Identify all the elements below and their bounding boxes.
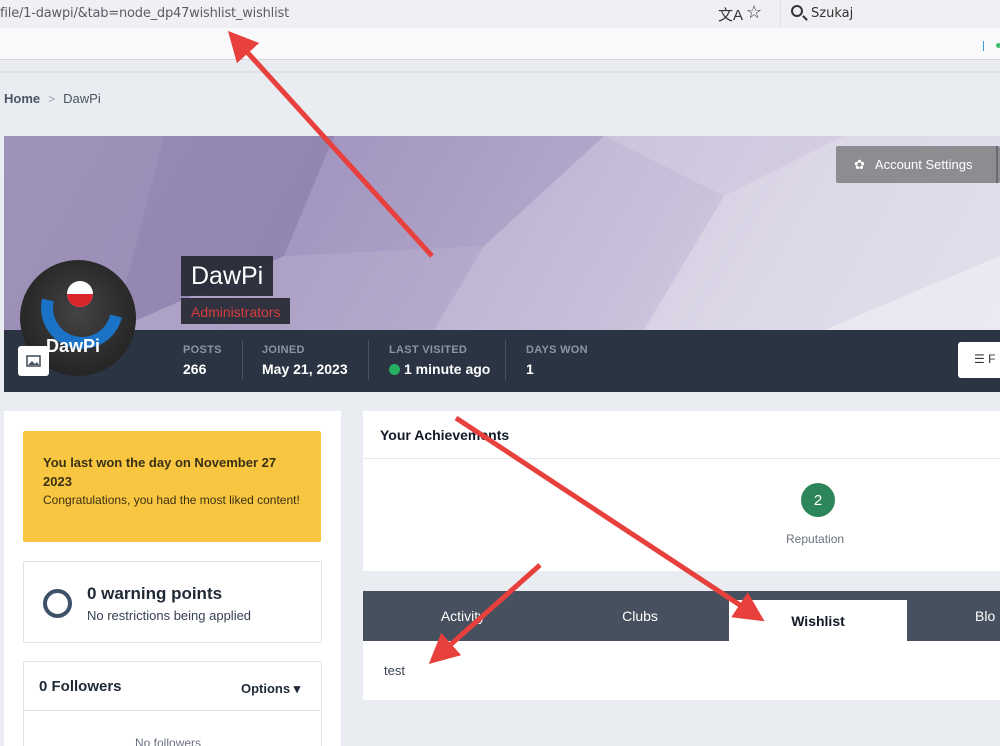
stat-divider: [242, 340, 243, 380]
browser-url-bar[interactable]: file/1-dawpi/&tab=node_dp47wishlist_wish…: [0, 0, 1000, 28]
online-status-icon: [389, 363, 400, 375]
profile-name: DawPi: [181, 256, 274, 296]
stat-value[interactable]: 266: [183, 361, 222, 377]
stat-days-won: DAYS WON 1: [526, 344, 588, 377]
change-cover-photo-button[interactable]: [18, 346, 49, 376]
account-menu-edge[interactable]: [996, 146, 998, 183]
bookmarks-toolbar: [0, 28, 1000, 60]
image-icon: [26, 355, 41, 367]
stat-label: LAST VISITED: [389, 344, 468, 356]
stat-label: JOINED: [262, 344, 305, 356]
profile-group: Administrators: [181, 298, 291, 324]
browser-search-box[interactable]: Szukaj: [780, 0, 1000, 28]
stat-divider: [505, 340, 506, 380]
profile-action-label: F: [988, 352, 996, 366]
account-settings-button[interactable]: ✿ Account Settings: [836, 146, 1000, 183]
tab-content-panel: [363, 641, 1000, 700]
translate-icon[interactable]: 文A: [718, 4, 743, 25]
day-won-subtitle: Congratulations, you had the most liked …: [43, 493, 300, 507]
achievements-title: Your Achievements: [380, 427, 510, 443]
gear-icon: ✿: [854, 156, 865, 172]
stat-label: DAYS WON: [526, 344, 588, 356]
followers-header: 0 Followers Options ▾: [24, 662, 321, 711]
toolbar-separator: [983, 41, 984, 51]
warning-points-box: 0 warning points No restrictions being a…: [23, 561, 322, 643]
search-placeholder: Szukaj: [811, 6, 854, 21]
profile-stats-bar: [4, 330, 1000, 392]
reputation-badge[interactable]: 2: [801, 483, 835, 517]
stat-value-row: 1 minute ago: [389, 361, 490, 377]
stat-last-visited: LAST VISITED 1 minute ago: [389, 344, 490, 377]
stat-divider: [368, 340, 369, 380]
url-text[interactable]: file/1-dawpi/&tab=node_dp47wishlist_wish…: [0, 6, 289, 21]
profile-action-button[interactable]: ☰ F: [958, 342, 1000, 378]
day-won-title: You last won the day on November 27 2023: [43, 455, 277, 489]
stat-value[interactable]: 1: [526, 361, 588, 377]
warning-title: 0 warning points: [87, 584, 223, 603]
list-icon: ☰: [974, 352, 985, 366]
site-header-line: [0, 71, 1000, 73]
stat-value: 1 minute ago: [404, 361, 491, 377]
warning-circle-icon: [43, 589, 72, 618]
bookmark-star-icon[interactable]: ☆: [746, 2, 762, 23]
stat-label: POSTS: [183, 344, 222, 356]
account-settings-label: Account Settings: [874, 157, 973, 172]
breadcrumb-separator: >: [48, 91, 56, 106]
achievements-divider: [363, 458, 1000, 459]
warning-subtitle: No restrictions being applied: [87, 608, 252, 623]
stat-value: May 21, 2023: [262, 361, 348, 377]
followers-title: 0 Followers: [39, 678, 122, 695]
avatar-text: DawPi: [46, 336, 101, 356]
breadcrumb-home[interactable]: Home: [4, 91, 40, 106]
caret-down-icon: ▾: [293, 681, 301, 696]
tab-wishlist[interactable]: Wishlist: [729, 600, 907, 641]
breadcrumb: Home > DawPi: [4, 91, 101, 106]
options-label: Options: [241, 681, 291, 696]
breadcrumb-current[interactable]: DawPi: [63, 91, 101, 106]
extension-icon[interactable]: [996, 43, 1000, 48]
tab-clubs[interactable]: Clubs: [550, 591, 730, 641]
tab-blog[interactable]: Blo: [975, 591, 1000, 641]
day-won-box: You last won the day on November 27 2023…: [23, 431, 321, 542]
stat-joined: JOINED May 21, 2023: [262, 344, 348, 377]
search-icon: [791, 5, 803, 17]
no-followers-text: No followers: [135, 736, 202, 746]
reputation-label: Reputation: [786, 532, 845, 546]
followers-options-button[interactable]: Options ▾: [241, 681, 300, 697]
tab-activity[interactable]: Activity: [363, 591, 563, 641]
followers-box: 0 Followers Options ▾ No followers: [23, 661, 322, 746]
wishlist-content: test: [384, 663, 405, 678]
stat-posts: POSTS 266: [183, 344, 222, 377]
